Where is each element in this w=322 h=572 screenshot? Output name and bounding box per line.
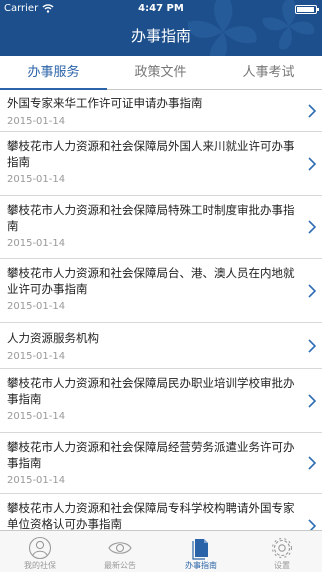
item-title: 攀枝花市人力资源和社会保障局外国人来川就业许可办事指南 bbox=[7, 139, 295, 169]
tab-my-social-security[interactable]: 我的社保 bbox=[0, 531, 80, 572]
chevron-right-icon bbox=[308, 220, 316, 234]
list-item[interactable]: 攀枝花市人力资源和社会保障局民办职业培训学校审批办事指南 2015-01-14 bbox=[0, 369, 322, 433]
list-item[interactable]: 攀枝花市人力资源和社会保障局外国人来川就业许可办事指南 2015-01-14 bbox=[0, 132, 322, 196]
gear-icon bbox=[271, 537, 293, 559]
item-title: 攀枝花市人力资源和社会保障局经营劳务派遣业务许可办事指南 bbox=[7, 440, 295, 470]
chevron-right-icon bbox=[308, 519, 316, 530]
chevron-right-icon bbox=[308, 456, 316, 470]
document-icon bbox=[192, 539, 208, 560]
item-title: 攀枝花市人力资源和社会保障局台、港、澳人员在内地就业许可办事指南 bbox=[7, 266, 295, 296]
item-title: 攀枝花市人力资源和社会保障局民办职业培训学校审批办事指南 bbox=[7, 376, 295, 406]
guide-list: 外国专家来华工作许可证申请办事指南 2015-01-14 攀枝花市人力资源和社会… bbox=[0, 90, 322, 530]
tabbar-label: 设置 bbox=[274, 561, 290, 570]
item-title: 攀枝花市人力资源和社会保障局专科学校构聘请外国专家单位资格认可办事指南 bbox=[7, 501, 295, 530]
bottom-tab-bar: 我的社保 最新公告 办事指南 设置 bbox=[0, 530, 322, 572]
battery-icon bbox=[295, 5, 319, 14]
chevron-right-icon bbox=[308, 339, 316, 353]
chevron-right-icon bbox=[308, 394, 316, 408]
nav-header: Carrier 4:47 PM 办事指南 bbox=[0, 0, 322, 56]
clock-label: 4:47 PM bbox=[138, 3, 184, 14]
list-item[interactable]: 攀枝花市人力资源和社会保障局经营劳务派遣业务许可办事指南 2015-01-14 bbox=[0, 433, 322, 494]
item-date: 2015-01-14 bbox=[7, 174, 66, 185]
list-item[interactable]: 外国专家来华工作许可证申请办事指南 2015-01-14 bbox=[0, 90, 322, 132]
category-tabs: 办事服务 政策文件 人事考试 bbox=[0, 56, 322, 90]
page-title: 办事指南 bbox=[130, 27, 191, 45]
tab-personnel-exams[interactable]: 人事考试 bbox=[215, 56, 322, 89]
chevron-right-icon bbox=[308, 104, 316, 118]
tabbar-label: 办事指南 bbox=[185, 561, 217, 570]
item-date: 2015-01-14 bbox=[7, 238, 66, 249]
tab-settings[interactable]: 设置 bbox=[242, 531, 322, 572]
list-item[interactable]: 攀枝花市人力资源和社会保障局台、港、澳人员在内地就业许可办事指南 2015-01… bbox=[0, 259, 322, 323]
chevron-right-icon bbox=[308, 284, 316, 298]
item-title: 人力资源服务机构 bbox=[7, 331, 99, 345]
tab-policy-documents[interactable]: 政策文件 bbox=[107, 56, 214, 89]
item-date: 2015-01-14 bbox=[7, 475, 66, 486]
tabbar-label: 我的社保 bbox=[24, 561, 56, 570]
tab-services[interactable]: 办事服务 bbox=[0, 56, 107, 90]
item-title: 攀枝花市人力资源和社会保障局特殊工时制度审批办事指南 bbox=[7, 203, 295, 233]
list-item[interactable]: 攀枝花市人力资源和社会保障局特殊工时制度审批办事指南 2015-01-14 bbox=[0, 196, 322, 259]
item-title: 外国专家来华工作许可证申请办事指南 bbox=[7, 96, 203, 110]
tab-latest-announcements[interactable]: 最新公告 bbox=[80, 531, 160, 572]
status-bar: Carrier 4:47 PM bbox=[0, 0, 322, 18]
tab-service-guide[interactable]: 办事指南 bbox=[161, 531, 241, 572]
item-date: 2015-01-14 bbox=[7, 116, 66, 127]
person-icon bbox=[28, 536, 52, 560]
eye-icon bbox=[108, 542, 132, 554]
item-date: 2015-01-14 bbox=[7, 411, 66, 422]
tabbar-label: 最新公告 bbox=[104, 561, 136, 570]
chevron-right-icon bbox=[308, 157, 316, 171]
list-item[interactable]: 攀枝花市人力资源和社会保障局专科学校构聘请外国专家单位资格认可办事指南 bbox=[0, 494, 322, 530]
list-item[interactable]: 人力资源服务机构 2015-01-14 bbox=[0, 323, 322, 369]
item-date: 2015-01-14 bbox=[7, 301, 66, 312]
item-date: 2015-01-14 bbox=[7, 351, 66, 362]
